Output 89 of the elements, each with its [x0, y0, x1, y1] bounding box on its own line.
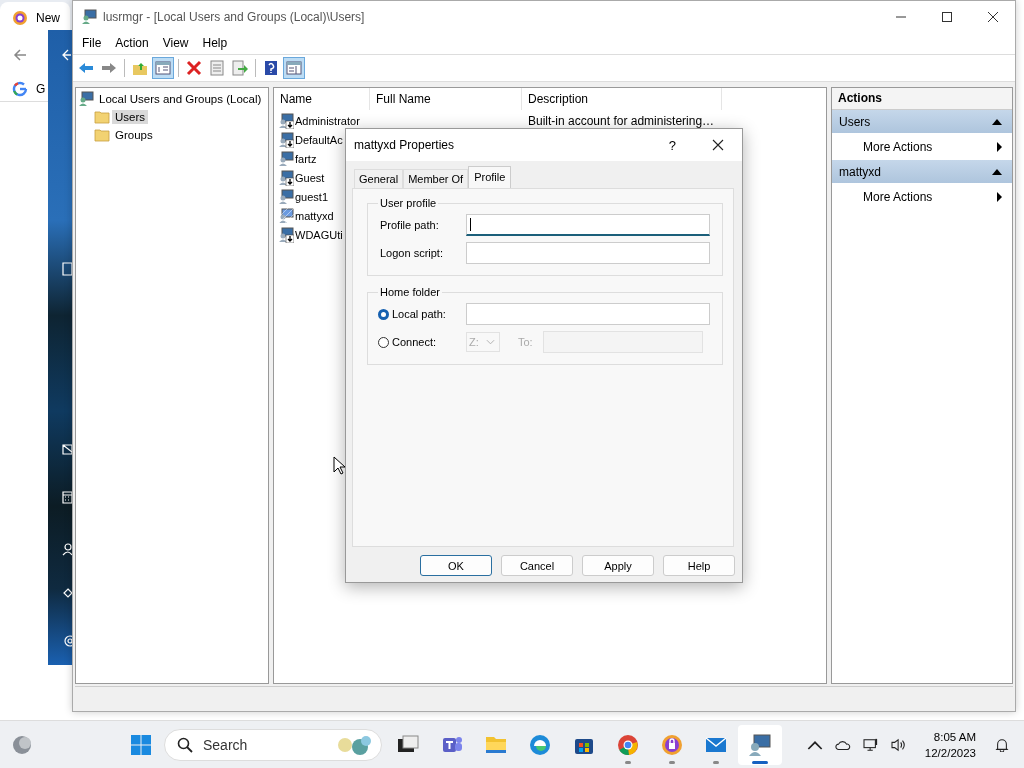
- notification-bell-icon[interactable]: [994, 737, 1010, 752]
- input-field[interactable]: [466, 214, 710, 236]
- back-arrow-icon: [78, 60, 94, 76]
- folder-icon: [94, 127, 110, 143]
- actions-heading: Actions: [832, 88, 1012, 110]
- user-name[interactable]: mattyxd: [295, 209, 334, 222]
- section-header[interactable]: Users: [832, 110, 1012, 133]
- back-arrow-icon[interactable]: [12, 47, 28, 63]
- field-label: To:: [518, 336, 533, 348]
- user-name[interactable]: fartz: [295, 152, 317, 165]
- pane-icon: [155, 60, 171, 76]
- mouse-cursor-icon: [333, 456, 345, 475]
- document-icon: [209, 60, 225, 76]
- search-field[interactable]: Search: [164, 728, 382, 761]
- help-icon: [263, 60, 279, 76]
- bookmark-label[interactable]: G: [36, 82, 46, 96]
- volume-icon[interactable]: [890, 737, 907, 752]
- person-icon[interactable]: [62, 542, 72, 556]
- radio-button[interactable]: [378, 308, 389, 320]
- clock-date[interactable]: 12/2/2023: [924, 744, 976, 761]
- mail-icon[interactable]: [62, 442, 72, 456]
- menu-item[interactable]: View: [155, 33, 196, 53]
- section-header[interactable]: mattyxd: [832, 160, 1012, 183]
- input-field[interactable]: [466, 242, 710, 264]
- help-button[interactable]: ?: [668, 137, 676, 153]
- export-button[interactable]: [229, 57, 251, 79]
- input-field[interactable]: [466, 303, 710, 325]
- users-computer-icon: [81, 8, 97, 25]
- back-arrow-icon[interactable]: [62, 48, 72, 62]
- close-icon[interactable]: [712, 139, 724, 151]
- lock-icon: [660, 732, 684, 757]
- maximize-icon[interactable]: [941, 10, 953, 23]
- browser-icon: [616, 732, 640, 757]
- clock-time[interactable]: 8:05 AM: [933, 728, 976, 745]
- network-icon[interactable]: [862, 737, 879, 752]
- tree-item[interactable]: Local Users and Groups (Local): [96, 92, 265, 106]
- window-title: lusrmgr - [Local Users and Groups (Local)\Users]: [103, 9, 366, 24]
- users-computer-icon: [748, 732, 772, 757]
- user-name[interactable]: guest1: [295, 190, 329, 203]
- browser-tab[interactable]: New: [0, 2, 70, 33]
- action-item[interactable]: More Actions: [832, 183, 1012, 210]
- weather-icon[interactable]: [11, 734, 33, 756]
- field-label: Logon script:: [379, 247, 444, 259]
- radio-label[interactable]: Connect:: [392, 336, 437, 348]
- group-title: Home folder: [379, 286, 441, 298]
- browser-icon: [528, 732, 552, 757]
- document-icon[interactable]: [62, 262, 72, 276]
- menu-item[interactable]: Help: [195, 33, 235, 53]
- pane-icon: [286, 60, 302, 76]
- action-item[interactable]: More Actions: [832, 133, 1012, 160]
- radio-button[interactable]: [378, 336, 389, 348]
- column-header[interactable]: Name: [274, 88, 370, 110]
- delete-icon: [186, 60, 202, 76]
- column-header[interactable]: Full Name: [370, 88, 522, 110]
- diamond-icon[interactable]: [62, 586, 72, 600]
- folder-up-icon: [132, 60, 148, 76]
- tab[interactable]: Profile: [468, 166, 512, 188]
- dialog-title: mattyxd Properties: [354, 138, 456, 152]
- users-computer-icon: [78, 91, 94, 107]
- start-icon[interactable]: [130, 733, 152, 756]
- radio-label[interactable]: Local path:: [392, 308, 446, 320]
- dialog-button[interactable]: Help: [663, 555, 735, 576]
- submenu-arrow-icon: [997, 141, 1002, 152]
- search-icon: [177, 736, 193, 753]
- column-header[interactable]: Description: [522, 88, 722, 110]
- tree-item[interactable]: Groups: [112, 128, 156, 142]
- menu-item[interactable]: Action: [108, 33, 156, 53]
- description-cell-text: Built-in account for administering…: [527, 113, 716, 128]
- collapse-icon: [992, 118, 1002, 125]
- browser-logo-icon: [12, 10, 28, 26]
- collapse-icon: [992, 168, 1002, 175]
- group-title: User profile: [379, 197, 438, 209]
- close-icon[interactable]: [987, 10, 999, 23]
- taskbar-app[interactable]: [738, 724, 782, 765]
- dialog-button[interactable]: Apply: [582, 555, 654, 576]
- submenu-arrow-icon: [997, 191, 1002, 202]
- menu-item[interactable]: File: [75, 33, 109, 53]
- dialog-button[interactable]: Cancel: [501, 555, 573, 576]
- settings-icon[interactable]: [62, 634, 72, 648]
- export-icon: [232, 60, 248, 76]
- forward-arrow-icon: [101, 60, 117, 76]
- console-tree-button[interactable]: [152, 57, 174, 79]
- chevron-down-icon: [486, 339, 495, 345]
- dialog-button[interactable]: OK: [420, 555, 492, 576]
- tree-item[interactable]: Users: [112, 110, 149, 124]
- folder-icon: [94, 109, 110, 125]
- google-logo-icon: [12, 81, 28, 97]
- calendar-icon[interactable]: [62, 490, 72, 504]
- field-label: Profile path:: [379, 219, 440, 231]
